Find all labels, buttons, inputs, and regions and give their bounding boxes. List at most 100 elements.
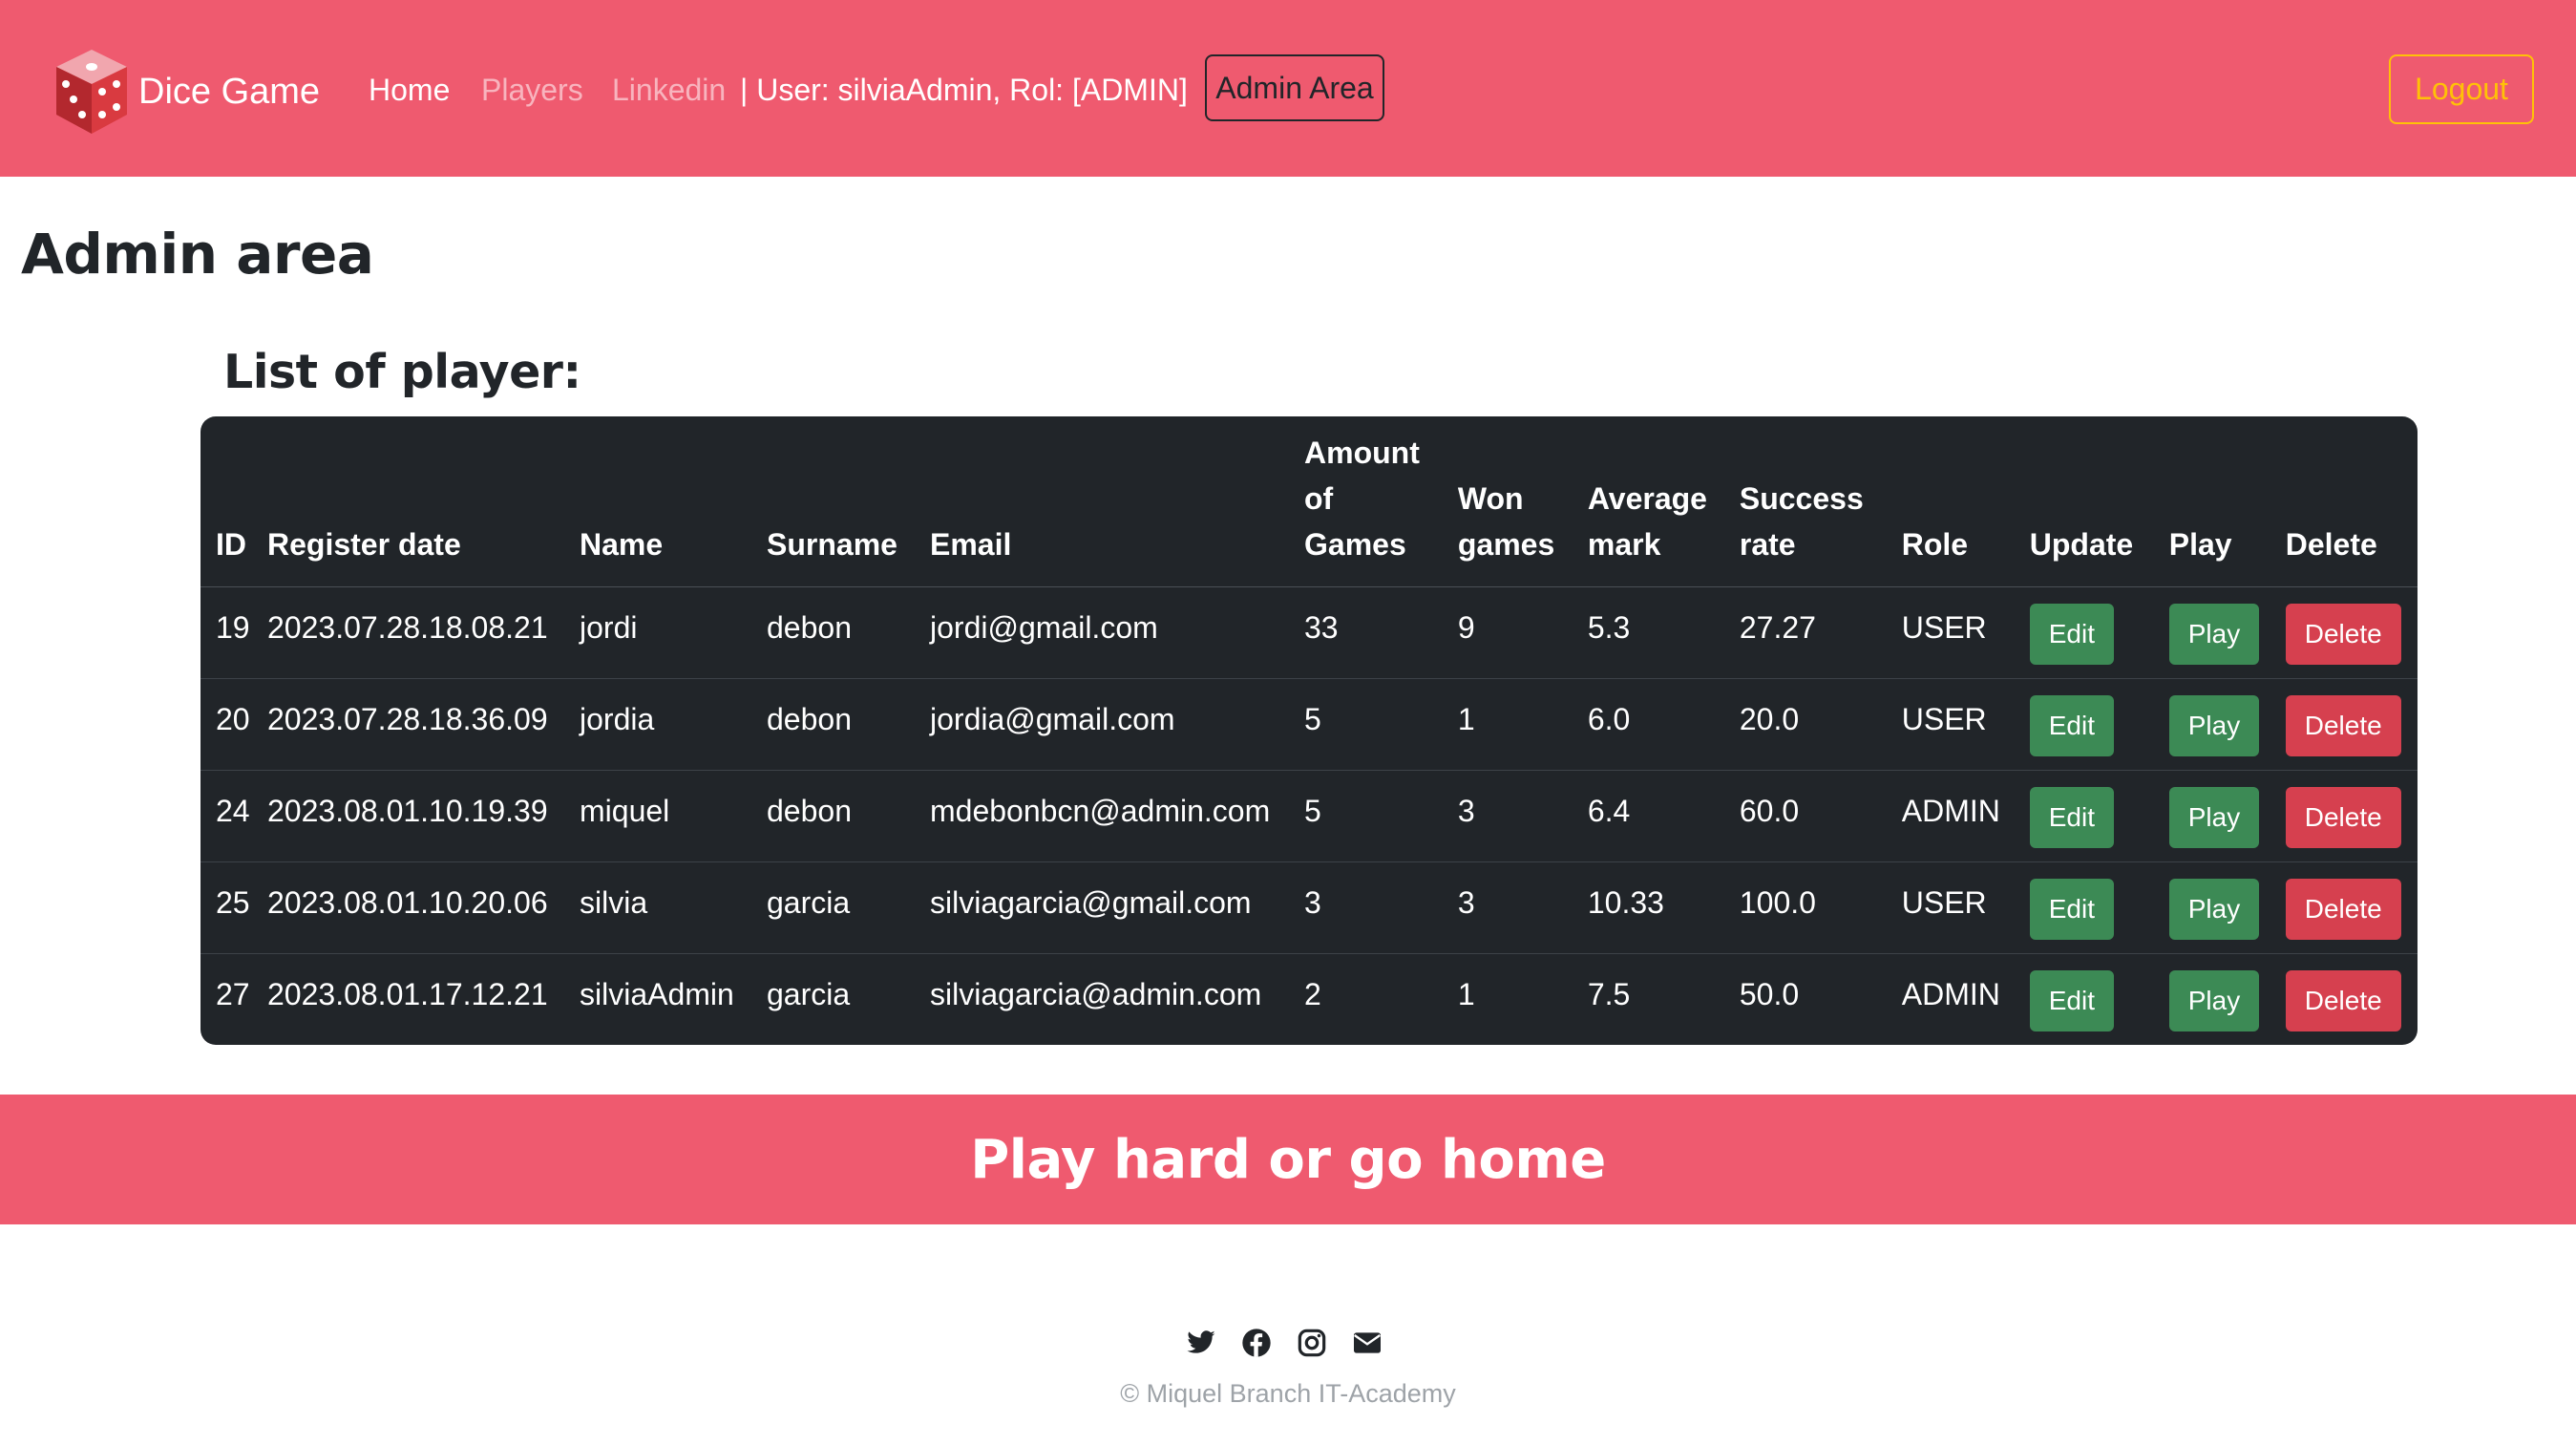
header-average-mark: Average mark [1587,416,1740,587]
nav-link-linkedin[interactable]: Linkedin [612,69,726,111]
delete-button[interactable]: Delete [2285,694,2401,756]
delete-button[interactable]: Delete [2285,878,2401,940]
play-button[interactable]: Play [2168,603,2260,665]
header-update: Update [2029,416,2169,587]
cell-surname: debon [767,586,930,679]
play-button[interactable]: Play [2168,878,2260,940]
edit-button[interactable]: Edit [2029,969,2114,1031]
header-amount-of-games: Amount of Games [1304,416,1458,587]
dice-logo-icon [56,50,127,134]
nav-link-home[interactable]: Home [369,69,450,111]
edit-button[interactable]: Edit [2029,694,2114,756]
header-play: Play [2168,416,2286,587]
cell-delete: Delete [2285,861,2418,954]
cell-surname: debon [767,678,930,771]
cell-date: 2023.08.01.10.20.06 [267,861,580,954]
cell-email: jordi@gmail.com [930,586,1304,679]
cell-edit: Edit [2029,770,2169,862]
cell-success: 100.0 [1739,861,1902,954]
cell-average: 6.4 [1587,770,1740,862]
cell-edit: Edit [2029,678,2169,771]
cell-surname: garcia [767,976,851,1011]
logout-button[interactable]: Logout [2389,54,2534,124]
table-row: 25 2023.08.01.10.20.06 silvia garcia silviag… [201,861,2418,954]
cell-role: ADMIN [1901,976,2000,1011]
table-row: 20 2023.07.28.18.36.09 jordia debon jordia@g… [201,678,2418,771]
cell-role: USER [1901,861,2030,954]
cell-role: ADMIN [1901,770,2030,862]
cell-date: 2023.07.28.18.36.09 [267,678,580,771]
facebook-icon[interactable] [1241,1328,1272,1358]
cell-success: 50.0 [1739,976,1800,1011]
header-role: Role [1901,416,2030,587]
cell-date: 2023.07.28.18.08.21 [267,586,580,679]
cell-play: Play [2168,861,2286,954]
cell-play: Play [2168,770,2286,862]
cell-play: Play [2168,586,2286,679]
cell-delete: Delete [2285,678,2418,771]
header-email: Email [930,416,1304,587]
nav-link-players[interactable]: Players [481,69,583,111]
edit-button[interactable]: Edit [2029,878,2114,940]
cell-email: silviagarcia@admin.com [930,976,1262,1011]
brand[interactable]: Dice Game [53,46,320,138]
cell-surname: garcia [767,861,930,954]
header-success-rate: Success rate [1739,416,1902,587]
cell-won: 3 [1457,861,1588,954]
header-id: ID [201,416,267,587]
footer-banner: Play hard or go home [0,1095,2576,1224]
cell-email: silviagarcia@gmail.com [930,861,1304,954]
cell-success: 27.27 [1739,586,1902,679]
admin-area-button[interactable]: Admin Area [1205,54,1384,121]
cell-name: silvia [580,861,767,954]
header-name: Name [580,416,767,587]
cell-average: 5.3 [1587,586,1740,679]
brand-name: Dice Game [138,71,321,112]
cell-success: 20.0 [1739,678,1902,771]
play-button[interactable]: Play [2168,694,2260,756]
play-button[interactable]: Play [2168,969,2260,1031]
table-row: 24 2023.08.01.10.19.39 miquel debon mdebonbc… [201,770,2418,862]
table-row: 27 2023.08.01.17.12.21 silviaAdmin garcia si… [201,953,2418,1045]
list-title: List of player: [223,345,581,399]
delete-button[interactable]: Delete [2285,969,2401,1031]
cell-edit: Edit [2029,586,2169,679]
cell-id: 20 [201,678,267,771]
delete-button[interactable]: Delete [2285,786,2401,848]
cell-name: jordi [580,586,767,679]
cell-role: USER [1901,678,2030,771]
table-header-row: ID Register date Name Surname Email Amou… [201,416,2418,587]
players-table-container: ID Register date Name Surname Email Amou… [201,416,2418,1045]
cell-id: 24 [201,770,267,862]
players-table-body: 19 2023.07.28.18.08.21 jordi debon jordi@gma… [201,586,2418,1045]
instagram-icon[interactable] [1297,1328,1327,1358]
edit-button[interactable]: Edit [2029,603,2114,665]
twitter-icon[interactable] [1186,1328,1216,1358]
cell-play: Play [2168,953,2286,1045]
cell-average: 10.33 [1587,861,1740,954]
cell-amount: 5 [1304,678,1458,771]
social-links [1186,1328,1383,1358]
cell-average: 7.5 [1587,976,1631,1011]
cell-id: 27 [216,976,250,1011]
cell-name: silviaAdmin [580,976,734,1011]
cell-edit: Edit [2029,953,2169,1045]
cell-date: 2023.08.01.17.12.21 [267,976,548,1011]
cell-amount: 5 [1304,770,1458,862]
envelope-icon[interactable] [1352,1328,1383,1358]
delete-button[interactable]: Delete [2285,603,2401,665]
edit-button[interactable]: Edit [2029,786,2114,848]
play-button[interactable]: Play [2168,786,2260,848]
navbar: Dice Game Home Players Linkedin | User: … [0,0,2576,177]
cell-won: 3 [1457,770,1588,862]
cell-id: 25 [201,861,267,954]
cell-edit: Edit [2029,861,2169,954]
cell-surname: debon [767,770,930,862]
cell-date: 2023.08.01.10.19.39 [267,770,580,862]
cell-role: USER [1901,586,2030,679]
cell-average: 6.0 [1587,678,1740,771]
cell-won: 1 [1457,976,1475,1011]
cell-won: 1 [1457,678,1588,771]
table-row: 19 2023.07.28.18.08.21 jordi debon jordi@gma… [201,586,2418,679]
cell-won: 9 [1457,586,1588,679]
